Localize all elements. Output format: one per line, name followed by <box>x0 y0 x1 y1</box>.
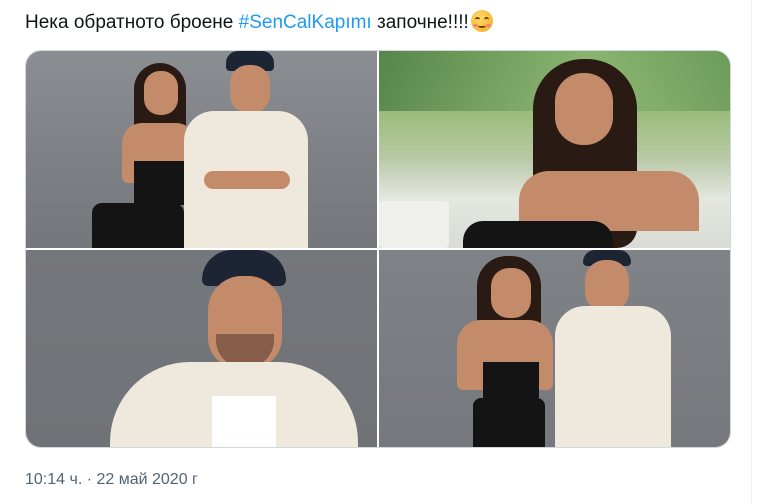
column-border <box>751 0 752 504</box>
photo-woman-seated[interactable] <box>379 51 730 248</box>
blushing-smile-emoji-icon <box>470 10 493 32</box>
hashtag-link[interactable]: #SenCalKapımı <box>239 12 372 33</box>
photo-man-in-cap[interactable] <box>26 250 377 447</box>
tweet-text-end: започне!!!! <box>371 12 469 33</box>
tweet-text: Нека обратното броене #SenCalKapımı запо… <box>25 10 493 36</box>
tweet-timestamp[interactable]: 10:14 ч. · 22 май 2020 г <box>25 470 198 490</box>
media-grid <box>25 50 731 448</box>
photo-couple-standing[interactable] <box>26 51 377 248</box>
tweet-text-start: Нека обратното броене <box>25 12 239 33</box>
photo-couple-smiling[interactable] <box>379 250 730 447</box>
